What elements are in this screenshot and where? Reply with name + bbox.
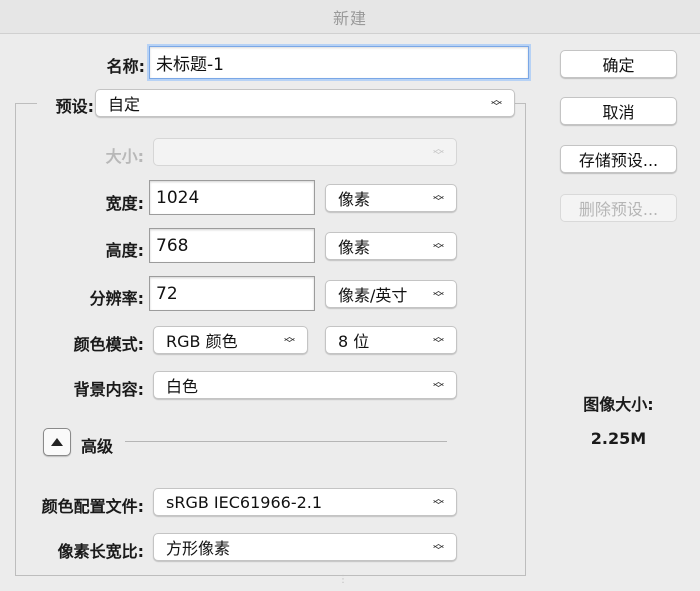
resolution-field[interactable]: 72 <box>149 276 315 311</box>
bit-depth-select[interactable]: 8 位 ︿ ﹀ <box>325 326 457 354</box>
background-label: 背景内容: <box>73 380 144 399</box>
pixel-aspect-label: 像素长宽比: <box>57 542 144 561</box>
resolution-unit-value: 像素/英寸 <box>338 286 408 305</box>
pixel-aspect-select[interactable]: 方形像素 ︿ ﹀ <box>153 533 457 561</box>
color-profile-label: 颜色配置文件: <box>41 497 144 516</box>
color-profile-value: sRGB IEC61966-2.1 <box>166 492 323 512</box>
size-select[interactable]: ︿ ﹀ <box>153 138 457 166</box>
window-title: 新建 <box>0 0 700 34</box>
width-unit-select[interactable]: 像素 ︿ ﹀ <box>325 184 457 212</box>
pixel-aspect-value: 方形像素 <box>166 539 231 558</box>
delete-preset-button[interactable]: 删除预设... <box>560 194 677 222</box>
height-unit-value: 像素 <box>338 238 371 257</box>
chevron-updown-icon: ︿ ﹀ <box>491 93 502 113</box>
resolution-unit-select[interactable]: 像素/英寸 ︿ ﹀ <box>325 280 457 308</box>
preset-select-value: 自定 <box>108 95 141 114</box>
preset-label: 预设: <box>37 93 97 117</box>
cancel-button[interactable]: 取消 <box>560 97 677 125</box>
width-label: 宽度: <box>105 194 144 213</box>
size-label: 大小: <box>105 147 144 166</box>
image-size-label: 图像大小: <box>583 395 654 414</box>
color-mode-value: RGB 颜色 <box>166 332 238 351</box>
chevron-updown-icon: ︿ ﹀ <box>284 330 295 350</box>
height-unit-select[interactable]: 像素 ︿ ﹀ <box>325 232 457 260</box>
color-mode-select[interactable]: RGB 颜色 ︿ ﹀ <box>153 326 308 354</box>
preset-select[interactable]: 自定 ︿ ﹀ <box>95 89 515 117</box>
color-mode-label: 颜色模式: <box>73 335 144 354</box>
background-value: 白色 <box>166 377 199 396</box>
name-field[interactable]: 未标题-1 <box>149 46 529 79</box>
height-field[interactable]: 768 <box>149 228 315 263</box>
triangle-up-icon <box>51 438 63 446</box>
chevron-updown-icon: ︿ ﹀ <box>433 188 444 208</box>
ok-button[interactable]: 确定 <box>560 50 677 78</box>
chevron-updown-icon: ︿ ﹀ <box>433 375 444 395</box>
color-profile-select[interactable]: sRGB IEC61966-2.1 ︿ ﹀ <box>153 488 457 516</box>
image-size-value: 2.25M <box>590 429 647 448</box>
bit-depth-value: 8 位 <box>338 332 370 351</box>
advanced-divider <box>125 441 447 442</box>
background-select[interactable]: 白色 ︿ ﹀ <box>153 371 457 399</box>
name-label: 名称: <box>106 57 145 76</box>
advanced-toggle-button[interactable] <box>43 428 71 456</box>
chevron-updown-icon: ︿ ﹀ <box>433 284 444 304</box>
width-unit-value: 像素 <box>338 190 371 209</box>
chevron-updown-icon: ︿ ﹀ <box>433 330 444 350</box>
resize-handle-icon[interactable]: ⋮ <box>338 574 348 586</box>
chevron-updown-icon: ︿ ﹀ <box>433 537 444 557</box>
chevron-updown-icon: ︿ ﹀ <box>433 142 444 162</box>
width-field[interactable]: 1024 <box>149 180 315 215</box>
advanced-label: 高级 <box>81 437 114 456</box>
save-preset-button[interactable]: 存储预设... <box>560 145 677 173</box>
height-label: 高度: <box>105 241 144 260</box>
resolution-label: 分辨率: <box>89 289 144 308</box>
chevron-updown-icon: ︿ ﹀ <box>433 492 444 512</box>
chevron-updown-icon: ︿ ﹀ <box>433 236 444 256</box>
